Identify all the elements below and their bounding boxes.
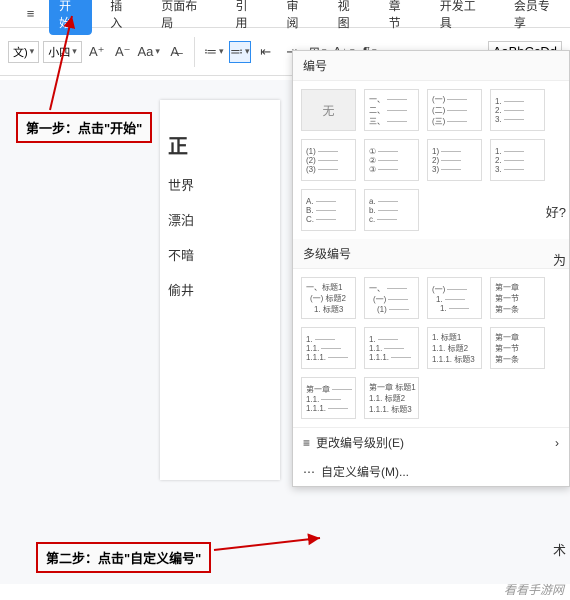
tab-dev[interactable]: 开发工具 bbox=[430, 0, 496, 35]
tab-insert[interactable]: 插入 bbox=[100, 0, 143, 35]
panel-section-numbering: 编号 bbox=[293, 51, 569, 81]
ribbon-tabs: ≡ 开始 插入 页面布局 引用 审阅 视图 章节 开发工具 会员专享 bbox=[0, 0, 570, 28]
numbering-dropdown-panel: 编号 无 一、二、三、 (一)(二)(三) 1.2.3. (1)(2)(3) ①… bbox=[292, 50, 570, 487]
multilevel-option[interactable]: 1. 标题11.1. 标题21.1.1. 标题3 bbox=[427, 327, 482, 369]
change-level-label: 更改编号级别(E) bbox=[316, 434, 404, 451]
custom-numbering-item[interactable]: ⋯ 自定义编号(M)... bbox=[293, 457, 569, 486]
numbering-option[interactable]: (1)(2)(3) bbox=[301, 139, 356, 181]
clear-format-button[interactable]: A̶ bbox=[164, 41, 186, 63]
custom-number-label: 自定义编号(M)... bbox=[321, 463, 409, 480]
numbering-option[interactable]: 1.2.3. bbox=[490, 139, 545, 181]
callout-step1: 第一步：点击"开始" bbox=[16, 112, 152, 143]
doc-fragment: 为 bbox=[553, 250, 566, 269]
numbering-button[interactable]: ≕ bbox=[229, 41, 251, 63]
numbering-option[interactable]: A.B.C. bbox=[301, 189, 356, 231]
increase-font-button[interactable]: A⁺ bbox=[86, 41, 108, 63]
multilevel-option[interactable]: 一、(一)(1) bbox=[364, 277, 419, 319]
tab-chapter[interactable]: 章节 bbox=[379, 0, 422, 35]
multilevel-option[interactable]: 第一章 标题11.1. 标题21.1.1. 标题3 bbox=[364, 377, 419, 419]
decrease-indent-button[interactable]: ⇤ bbox=[255, 41, 277, 63]
multilevel-option[interactable]: 一、标题1(一) 标题21. 标题3 bbox=[301, 277, 356, 319]
font-family-select[interactable]: 文) bbox=[8, 41, 39, 63]
document-page[interactable]: 正 世界 漂泊 不暗 偷井 bbox=[160, 100, 280, 480]
doc-line: 漂泊 bbox=[168, 210, 272, 229]
callout-step2: 第二步：点击"自定义编号" bbox=[36, 542, 211, 573]
numbering-grid: 无 一、二、三、 (一)(二)(三) 1.2.3. (1)(2)(3) ①②③ … bbox=[293, 81, 569, 239]
multilevel-option[interactable]: 第一章第一节第一条 bbox=[490, 327, 545, 369]
tab-member[interactable]: 会员专享 bbox=[504, 0, 570, 35]
multilevel-grid: 一、标题1(一) 标题21. 标题3 一、(一)(1) (一)1.1. 第一章第… bbox=[293, 269, 569, 427]
numbering-option-none[interactable]: 无 bbox=[301, 89, 356, 131]
multilevel-option[interactable]: 第一章1.1.1.1.1. bbox=[301, 377, 356, 419]
numbering-option[interactable]: 1)2)3) bbox=[427, 139, 482, 181]
multilevel-option[interactable]: (一)1.1. bbox=[427, 277, 482, 319]
bullet-list-button[interactable]: ≔ bbox=[203, 41, 225, 63]
doc-line: 不暗 bbox=[168, 245, 272, 264]
separator bbox=[194, 37, 195, 67]
numbering-option[interactable]: a.b.c. bbox=[364, 189, 419, 231]
multilevel-option[interactable]: 第一章第一节第一条 bbox=[490, 277, 545, 319]
file-menu-icon[interactable]: ≡ bbox=[20, 3, 41, 25]
watermark: 看看手游网 bbox=[504, 581, 564, 598]
panel-section-multilevel: 多级编号 bbox=[293, 239, 569, 269]
change-number-level-item[interactable]: ≡ 更改编号级别(E) › bbox=[293, 428, 569, 457]
numbering-option[interactable]: (一)(二)(三) bbox=[427, 89, 482, 131]
tab-reference[interactable]: 引用 bbox=[225, 0, 268, 35]
multilevel-option[interactable]: 1.1.1.1.1.1. bbox=[364, 327, 419, 369]
multilevel-option[interactable]: 1.1.1.1.1.1. bbox=[301, 327, 356, 369]
change-case-button[interactable]: Aa bbox=[138, 41, 160, 63]
decrease-font-button[interactable]: A⁻ bbox=[112, 41, 134, 63]
ellipsis-icon: ⋯ bbox=[303, 465, 315, 479]
chevron-right-icon: › bbox=[555, 436, 559, 450]
numbering-option[interactable]: 1.2.3. bbox=[490, 89, 545, 131]
tab-review[interactable]: 审阅 bbox=[277, 0, 320, 35]
numbering-option[interactable]: 一、二、三、 bbox=[364, 89, 419, 131]
doc-fragment: 好? bbox=[546, 202, 566, 221]
panel-footer: ≡ 更改编号级别(E) › ⋯ 自定义编号(M)... bbox=[293, 427, 569, 486]
tab-view[interactable]: 视图 bbox=[328, 0, 371, 35]
doc-title: 正 bbox=[168, 130, 272, 159]
font-size-select[interactable]: 小四 bbox=[43, 41, 82, 63]
tab-layout[interactable]: 页面布局 bbox=[151, 0, 217, 35]
doc-line: 世界 bbox=[168, 175, 272, 194]
tab-start[interactable]: 开始 bbox=[49, 0, 92, 35]
doc-fragment: 术 bbox=[553, 540, 566, 559]
numbering-option[interactable]: ①②③ bbox=[364, 139, 419, 181]
indent-level-icon: ≡ bbox=[303, 436, 310, 450]
doc-line: 偷井 bbox=[168, 280, 272, 299]
